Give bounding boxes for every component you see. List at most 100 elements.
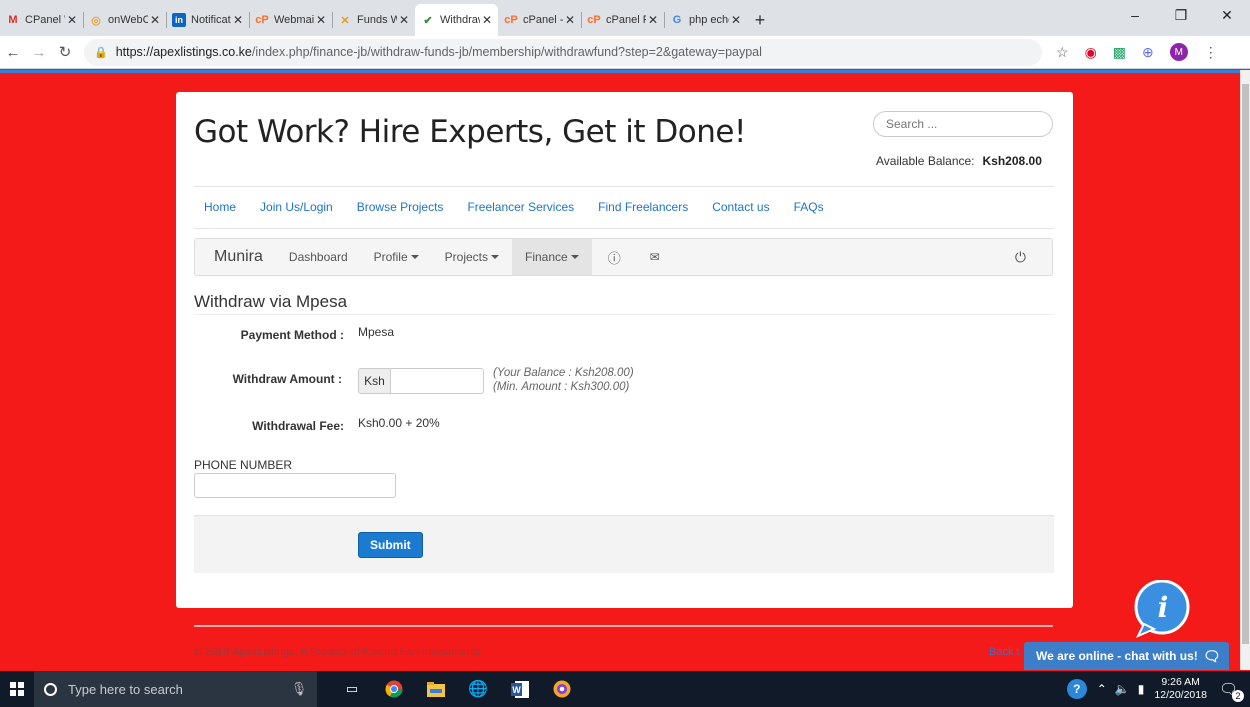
close-window-icon[interactable]: ✕ [1204,0,1250,30]
search-input[interactable] [873,111,1053,137]
globe-app-icon[interactable]: 🌐 [457,671,499,707]
taskbar-search[interactable]: Type here to search [34,671,317,707]
alert-icon[interactable]: ⓘ [592,239,637,275]
minimize-icon[interactable]: – [1112,0,1158,30]
back-to-top-link[interactable]: Back t [989,646,1020,658]
file-explorer-icon[interactable] [415,671,457,707]
divider [194,314,1054,315]
tab-title: CPanel Wel [25,14,65,26]
profile-avatar[interactable]: M [1169,43,1188,61]
new-tab-button[interactable]: + [747,4,773,36]
close-tab-icon[interactable]: ✕ [233,13,243,27]
footer-divider [194,625,1053,627]
nav-freelancer-services[interactable]: Freelancer Services [467,200,574,214]
nav-contact-us[interactable]: Contact us [712,200,769,214]
close-tab-icon[interactable]: ✕ [482,13,492,27]
envelope-icon[interactable]: ✉ [637,239,673,275]
phone-number-input[interactable] [194,473,396,498]
finance-dropdown[interactable]: Finance [512,239,592,275]
browser-tab[interactable]: cP cPanel - Ma ✕ [498,4,581,36]
pinterest-icon[interactable]: ◉ [1085,44,1097,61]
help-icon[interactable]: ? [1066,679,1087,699]
chat-label: We are online - chat with us! [1036,649,1198,663]
action-center-icon[interactable]: 🗨 2 [1219,680,1244,702]
windows-start-icon[interactable] [0,671,34,707]
clock-date: 12/20/2018 [1154,689,1207,701]
currency-addon: Ksh [358,368,390,394]
funds-icon: ✕ [340,14,350,27]
notification-count: 2 [1232,690,1244,702]
chat-info-icon[interactable]: i [1130,580,1192,638]
browser-tab[interactable]: ◎ onWebChat ✕ [83,4,166,36]
page-top-border [0,70,1240,73]
browser-tab[interactable]: ✕ Funds With ✕ [332,4,415,36]
page-title: Withdraw via Mpesa [194,292,348,311]
divider [194,228,1054,229]
taskbar-clock[interactable]: 9:26 AM 12/20/2018 [1154,676,1207,702]
nav-join-login[interactable]: Join Us/Login [260,200,333,214]
balance-value: Ksh208.00 [982,154,1042,168]
chevron-up-icon[interactable]: ⌃ [1097,682,1107,696]
submit-button[interactable]: Submit [358,532,423,558]
payment-method-value: Mpesa [358,325,395,339]
page-scrollbar[interactable] [1240,70,1250,670]
cpanel-icon: cP [587,14,601,26]
browser-app-icon[interactable] [541,671,583,707]
sync-extension-icon[interactable]: ⊕ [1142,44,1154,61]
withdraw-icon: ✔ [423,14,433,27]
close-tab-icon[interactable]: ✕ [150,13,160,27]
bookmark-star-icon[interactable]: ☆ [1056,44,1069,61]
microphone-icon[interactable]: 🎙 [281,671,317,707]
back-arrow-icon[interactable]: ← [0,44,26,61]
close-tab-icon[interactable]: ✕ [648,13,658,27]
site-headline: Got Work? Hire Experts, Get it Done! [194,114,746,150]
extension-icon[interactable]: ▩ [1113,44,1126,61]
close-tab-icon[interactable]: ✕ [399,13,409,27]
divider [194,186,1054,187]
username-brand[interactable]: Munira [195,239,276,275]
task-view-icon[interactable]: ▭ [331,671,373,707]
url-path: /index.php/finance-jb/withdraw-funds-jb/… [251,45,762,59]
nav-find-freelancers[interactable]: Find Freelancers [598,200,688,214]
withdraw-amount-input[interactable] [390,368,484,394]
chat-launcher[interactable]: We are online - chat with us! 🗨 [1024,642,1229,670]
available-balance: Available Balance: Ksh208.00 [876,154,1042,168]
nav-home[interactable]: Home [204,200,236,214]
url-bar[interactable]: 🔒 https://apexlistings.co.ke/index.php/f… [84,38,1042,66]
nav-browse-projects[interactable]: Browse Projects [357,200,444,214]
power-icon[interactable]: ⏻ [1002,239,1052,275]
tab-title: php echo fo [689,14,729,26]
network-signal-icon[interactable]: ▮ [1138,682,1145,696]
withdrawal-fee-label: Withdrawal Fee: [252,419,344,433]
dashboard-link[interactable]: Dashboard [276,239,361,275]
close-tab-icon[interactable]: ✕ [67,13,77,27]
nav-faqs[interactable]: FAQs [794,200,824,214]
browser-tab[interactable]: in Notification ✕ [166,4,249,36]
profile-dropdown[interactable]: Profile [361,239,432,275]
reload-icon[interactable]: ↻ [52,43,78,61]
dashboard-label: Dashboard [288,250,348,264]
menu-dots-icon[interactable]: ⋮ [1204,44,1218,61]
close-tab-icon[interactable]: ✕ [731,13,741,27]
browser-tab-active[interactable]: ✔ Withdraw F ✕ [415,4,498,36]
close-tab-icon[interactable]: ✕ [316,13,326,27]
restore-icon[interactable]: ❐ [1158,0,1204,30]
projects-dropdown[interactable]: Projects [432,239,512,275]
chrome-icon[interactable] [373,671,415,707]
scrollbar-thumb[interactable] [1242,84,1249,644]
browser-tab[interactable]: G php echo fo ✕ [664,4,747,36]
address-toolbar: ← → ↻ 🔒 https://apexlistings.co.ke/index… [0,36,1250,69]
volume-icon[interactable]: 🔈 [1115,682,1130,696]
word-icon[interactable]: W [499,671,541,707]
tab-title: Webmail - [274,14,314,26]
tab-title: cPanel - Ma [523,14,563,26]
extensions-area: ☆ ◉ ▩ ⊕ M ⋮ [1056,43,1218,61]
forward-arrow-icon[interactable]: → [26,44,52,61]
google-icon: G [672,14,682,26]
projects-label: Projects [444,250,488,264]
browser-tab[interactable]: cP Webmail - ✕ [249,4,332,36]
browser-tab[interactable]: M CPanel Wel ✕ [0,4,83,36]
user-navbar: Munira Dashboard Profile Projects Financ… [194,238,1053,276]
close-tab-icon[interactable]: ✕ [565,13,575,27]
browser-tab[interactable]: cP cPanel File ✕ [581,4,664,36]
